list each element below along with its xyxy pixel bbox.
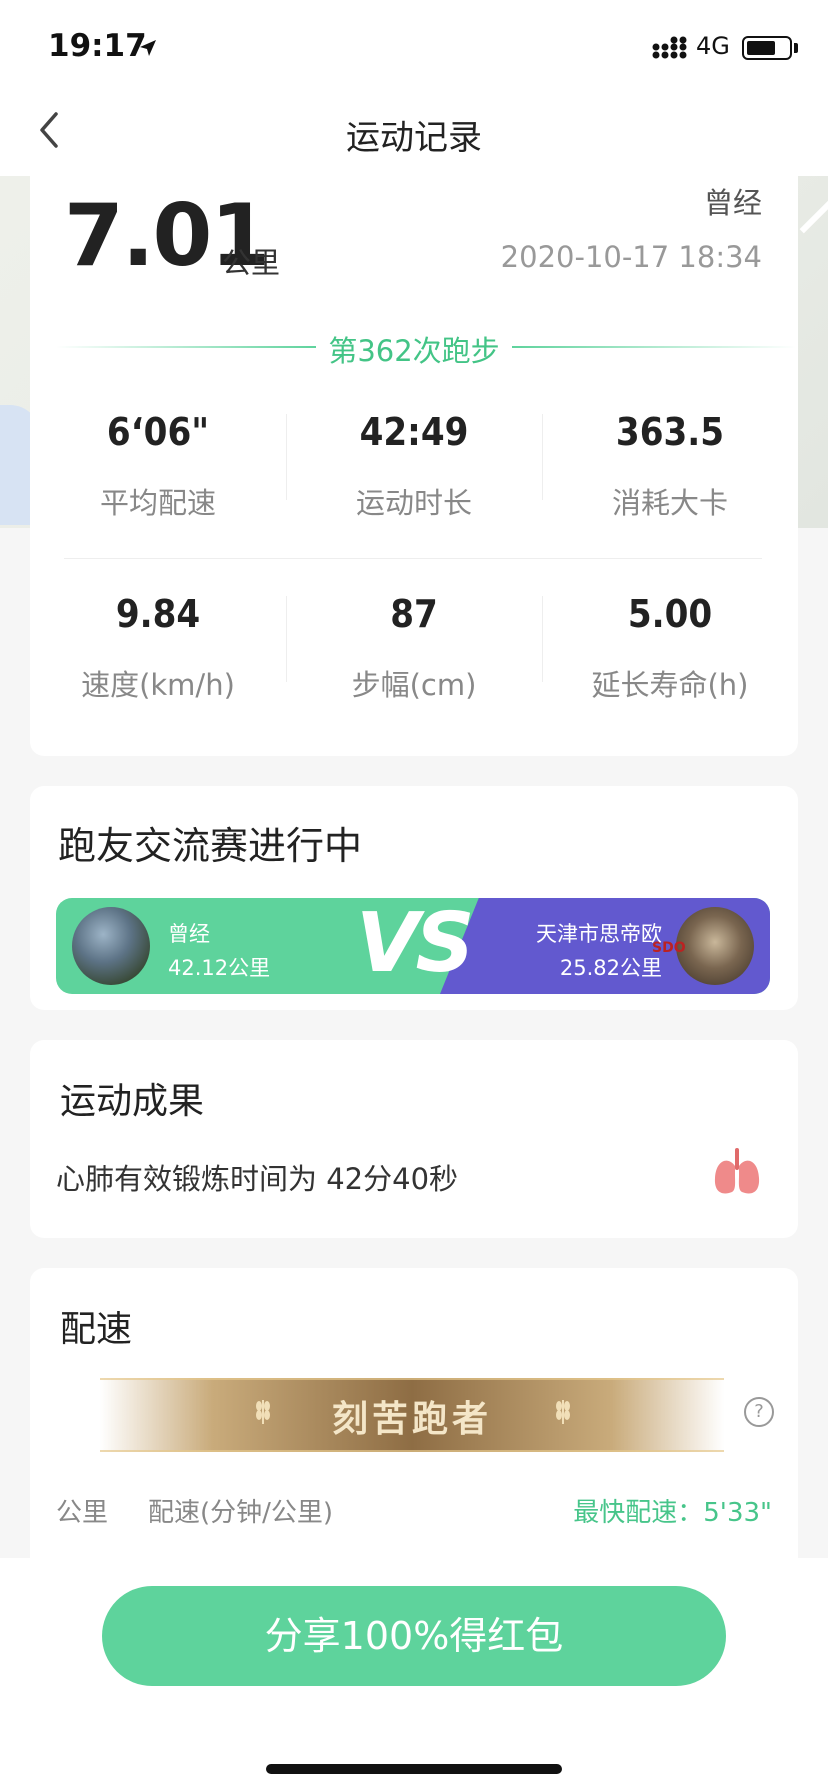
fastest-pace: 最快配速：5'33" [573,1498,772,1528]
stats-row-divider [64,558,762,559]
run-count: 第362次跑步 [328,334,500,368]
page-title: 运动记录 [346,118,482,158]
calories-value: 363.5 [615,410,725,454]
vs-right-name: 天津市思帝欧 [536,922,662,946]
stride-value: 87 [390,592,438,636]
signal-icon [652,36,687,59]
distance-unit: 公里 [222,246,281,280]
help-icon[interactable]: ? [744,1397,774,1427]
wheat-icon [556,1400,570,1424]
lungs-icon [714,1148,760,1194]
calories-label: 消耗大卡 [611,486,728,520]
share-button[interactable]: 分享100%得红包 [102,1586,726,1686]
divider-line-right [512,346,796,348]
vs-left-distance: 42.12公里 [168,956,271,980]
avg-pace-label: 平均配速 [99,486,216,520]
speed-label: 速度(km/h) [81,668,235,702]
result-card [30,1040,798,1238]
race-title: 跑友交流赛进行中 [58,824,363,868]
divider-line-left [56,346,316,348]
runner-badge: 刻苦跑者 [331,1399,492,1440]
status-time: 19:17 [48,28,147,64]
avatar[interactable] [72,907,150,985]
result-title: 运动成果 [60,1081,205,1122]
avatar[interactable] [676,907,754,985]
duration-value: 42:49 [359,410,469,454]
life-extend-value: 5.00 [627,592,713,636]
stride-label: 步幅(cm) [351,668,477,702]
duration-label: 运动时长 [355,486,472,520]
pace-title: 配速 [60,1309,133,1350]
vs-right-distance: 25.82公里 [559,956,662,980]
vs-left-name: 曾经 [168,922,210,946]
run-datetime: 2020-10-17 18:34 [500,240,762,274]
network-type: 4G [696,32,730,60]
chevron-left-icon[interactable] [36,110,64,150]
home-indicator[interactable] [266,1764,562,1774]
user-name: 曾经 [703,186,762,220]
location-arrow-icon [140,40,156,56]
column-pace: 配速(分钟/公里) [148,1498,334,1528]
avg-pace-value: 6‘06" [106,410,210,454]
battery-tip [794,43,798,53]
speed-value: 9.84 [115,592,201,636]
result-text: 心肺有效锻炼时间为 42分40秒 [56,1162,459,1196]
battery-icon [742,36,792,60]
column-km: 公里 [56,1498,109,1528]
life-extend-label: 延长寿命(h) [591,668,749,702]
